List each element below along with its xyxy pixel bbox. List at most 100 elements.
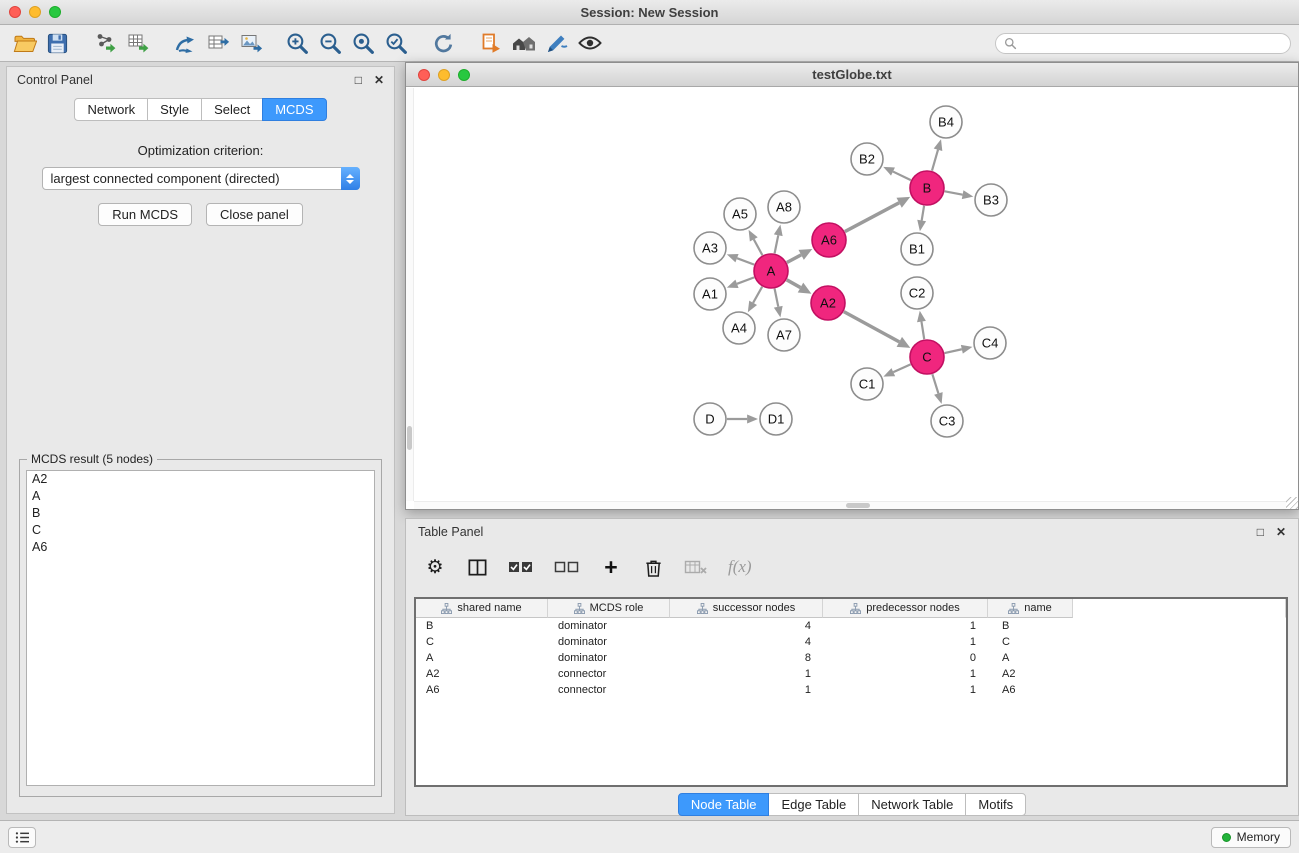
table-row[interactable]: A6connector11A6 (416, 682, 1286, 698)
vertical-scrollbar[interactable] (406, 88, 414, 501)
first-neighbors-button[interactable] (507, 28, 540, 58)
graph-node-A2[interactable]: A2 (811, 286, 845, 320)
graph-edge-A-A7[interactable] (775, 289, 779, 307)
graph-edge-A-A8[interactable] (775, 235, 779, 253)
graph-edge-A-A5[interactable] (754, 239, 763, 255)
table-cell[interactable]: 1 (670, 668, 823, 680)
horizontal-scrollbar[interactable] (414, 501, 1286, 509)
vertical-scroll-thumb[interactable] (407, 426, 412, 450)
delete-column-button[interactable] (642, 555, 664, 579)
control-tab-select[interactable]: Select (201, 98, 263, 121)
table-cell[interactable]: A2 (416, 668, 548, 680)
graph-node-A6[interactable]: A6 (812, 223, 846, 257)
graph-node-C4[interactable]: C4 (974, 327, 1006, 359)
table-cell[interactable]: dominator (548, 636, 670, 648)
table-tab-network-table[interactable]: Network Table (858, 793, 966, 816)
graph-node-A1[interactable]: A1 (694, 278, 726, 310)
export-image-button[interactable] (234, 28, 267, 58)
table-cell[interactable]: A6 (988, 684, 1073, 696)
close-panel-button[interactable]: Close panel (206, 203, 303, 226)
close-panel-icon[interactable]: ✕ (374, 74, 384, 86)
table-tab-motifs[interactable]: Motifs (965, 793, 1026, 816)
graph-node-A7[interactable]: A7 (768, 319, 800, 351)
graph-edge-B-B2[interactable] (893, 172, 911, 181)
save-session-button[interactable] (41, 28, 74, 58)
search-field[interactable] (995, 33, 1291, 54)
select-columns-button[interactable] (466, 555, 488, 579)
graph-node-D[interactable]: D (694, 403, 726, 435)
table-row[interactable]: A2connector11A2 (416, 666, 1286, 682)
function-builder-button[interactable]: f(x) (728, 555, 752, 579)
graph-node-C2[interactable]: C2 (901, 277, 933, 309)
table-cell[interactable]: A6 (416, 684, 548, 696)
horizontal-scroll-thumb[interactable] (846, 503, 870, 508)
show-details-button[interactable] (573, 28, 606, 58)
table-cell[interactable]: 1 (670, 684, 823, 696)
zoom-in-button[interactable] (281, 28, 314, 58)
table-float-panel-icon[interactable]: □ (1257, 526, 1264, 538)
column-header-successor-nodes[interactable]: successor nodes (670, 599, 823, 618)
column-header-name[interactable]: name (988, 599, 1073, 618)
table-row[interactable]: Adominator80A (416, 650, 1286, 666)
graph-edge-A-A2[interactable] (787, 280, 801, 288)
import-document-button[interactable] (474, 28, 507, 58)
table-cell[interactable]: connector (548, 668, 670, 680)
float-panel-icon[interactable]: □ (355, 74, 362, 86)
table-settings-button[interactable]: ⚙ (424, 555, 446, 579)
graph-node-B1[interactable]: B1 (901, 233, 933, 265)
graph-node-A5[interactable]: A5 (724, 198, 756, 230)
graph-node-A3[interactable]: A3 (694, 232, 726, 264)
table-cell[interactable]: B (416, 620, 548, 632)
table-cell[interactable]: connector (548, 684, 670, 696)
network-minimize-button[interactable] (438, 69, 450, 81)
control-tab-style[interactable]: Style (147, 98, 202, 121)
graph-edge-B-B1[interactable] (922, 206, 924, 221)
zoom-fit-button[interactable] (347, 28, 380, 58)
control-tab-network[interactable]: Network (74, 98, 148, 121)
graph-edge-A-A3[interactable] (737, 258, 754, 264)
resize-grip[interactable] (1286, 497, 1298, 509)
column-header-MCDS-role[interactable]: MCDS role (548, 599, 670, 618)
graph-node-A8[interactable]: A8 (768, 191, 800, 223)
graph-edge-A-A4[interactable] (753, 287, 762, 303)
graph-edge-A-A1[interactable] (737, 277, 754, 283)
graph-node-C[interactable]: C (910, 340, 944, 374)
graph-node-B3[interactable]: B3 (975, 184, 1007, 216)
graph-node-C1[interactable]: C1 (851, 368, 883, 400)
annotation-button[interactable] (540, 28, 573, 58)
add-column-button[interactable]: + (600, 555, 622, 579)
table-cell[interactable]: A2 (988, 668, 1073, 680)
graph-edge-B-B3[interactable] (945, 191, 963, 194)
zoom-out-button[interactable] (314, 28, 347, 58)
mcds-result-item[interactable]: A (27, 488, 374, 505)
graph-edge-C-C2[interactable] (921, 322, 924, 340)
column-header-predecessor-nodes[interactable]: predecessor nodes (823, 599, 988, 618)
close-window-button[interactable] (9, 6, 21, 18)
graph-node-A4[interactable]: A4 (723, 312, 755, 344)
graph-edge-C-C1[interactable] (893, 364, 910, 372)
show-panels-button[interactable] (8, 827, 36, 848)
table-tab-edge-table[interactable]: Edge Table (768, 793, 859, 816)
minimize-window-button[interactable] (29, 6, 41, 18)
import-table-button[interactable] (121, 28, 154, 58)
zoom-window-button[interactable] (49, 6, 61, 18)
table-cell[interactable]: 1 (823, 684, 988, 696)
network-close-button[interactable] (418, 69, 430, 81)
graph-node-C3[interactable]: C3 (931, 405, 963, 437)
export-table-button[interactable] (201, 28, 234, 58)
mcds-result-item[interactable]: A6 (27, 539, 374, 556)
memory-button[interactable]: Memory (1211, 827, 1291, 848)
mcds-result-list[interactable]: A2ABCA6 (26, 470, 375, 786)
select-all-button[interactable] (508, 555, 534, 579)
graph-node-A[interactable]: A (754, 254, 788, 288)
network-zoom-button[interactable] (458, 69, 470, 81)
network-canvas[interactable]: B4B2BB3A5A8A6B1A3AC2A1A2A4A7C4CC1C3DD1 (406, 88, 1298, 509)
deselect-all-button[interactable] (554, 555, 580, 579)
table-cell[interactable]: 4 (670, 636, 823, 648)
mcds-result-item[interactable]: B (27, 505, 374, 522)
column-header-shared-name[interactable]: shared name (416, 599, 548, 618)
table-row[interactable]: Cdominator41C (416, 634, 1286, 650)
mcds-result-item[interactable]: C (27, 522, 374, 539)
criterion-dropdown[interactable]: largest connected component (directed) (42, 167, 360, 190)
apply-layout-button[interactable] (427, 28, 460, 58)
